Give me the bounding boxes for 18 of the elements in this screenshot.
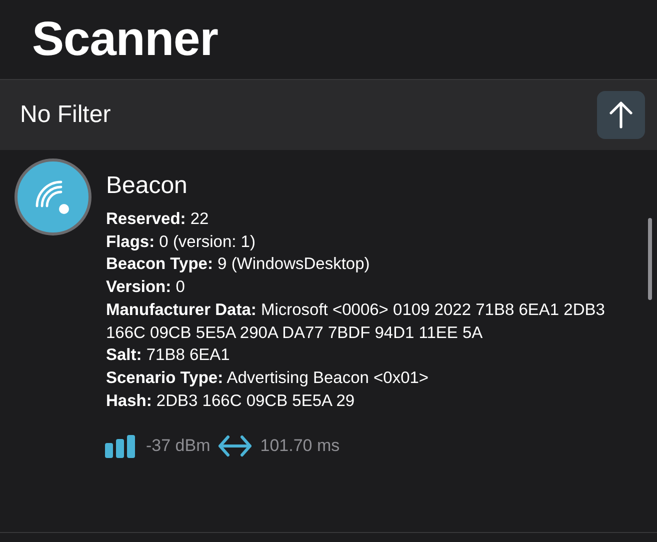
device-field: Beacon Type: 9 (WindowsDesktop) bbox=[106, 253, 626, 276]
filter-label[interactable]: No Filter bbox=[20, 101, 111, 129]
device-name: Beacon bbox=[106, 172, 188, 200]
sort-button[interactable] bbox=[597, 91, 645, 139]
device-field: Version: 0 bbox=[106, 276, 626, 299]
screen-title: Scanner bbox=[32, 12, 218, 67]
device-field: Salt: 71B8 6EA1 bbox=[106, 344, 626, 367]
signal-bars-icon bbox=[104, 434, 138, 458]
double-arrow-icon bbox=[218, 434, 252, 458]
interval-reading: 101.70 ms bbox=[260, 436, 340, 456]
device-field: Reserved: 22 bbox=[106, 208, 626, 231]
rssi-reading: -37 dBm bbox=[146, 436, 210, 456]
device-field: Hash: 2DB3 166C 09CB 5E5A 29 bbox=[106, 390, 626, 412]
arrow-up-icon bbox=[609, 101, 633, 129]
device-field: Flags: 0 (version: 1) bbox=[106, 230, 626, 254]
device-field: Scenario Type: Advertising Beacon <0x01> bbox=[106, 366, 626, 390]
beacon-icon bbox=[14, 158, 92, 236]
device-field: Manufacturer Data: Microsoft <0006> 0109 2022 71B8 6EA1 2DB3 166C 09CB 5E5A 290A DA77 7BDF 94D1 11EE 5A bbox=[106, 298, 626, 344]
